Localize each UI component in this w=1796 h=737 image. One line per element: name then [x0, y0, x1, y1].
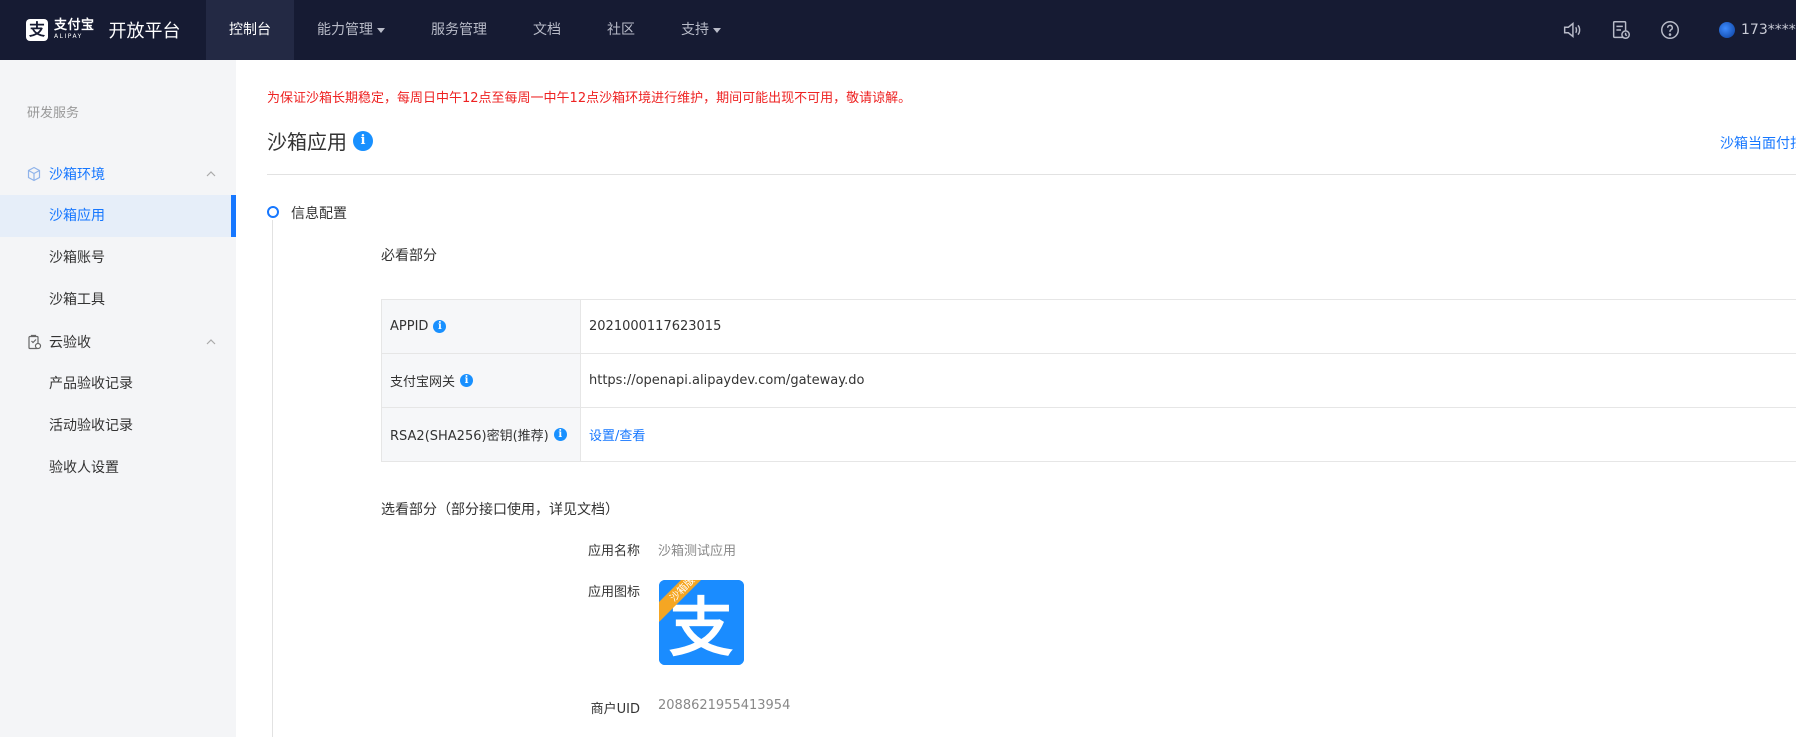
- cube-icon: [27, 166, 41, 182]
- sidebar-item-product-records[interactable]: 产品验收记录: [0, 363, 236, 405]
- sidebar-item-sandbox-app[interactable]: 沙箱应用: [0, 195, 236, 237]
- nav-docs[interactable]: 文档: [510, 0, 584, 60]
- nav-community[interactable]: 社区: [584, 0, 658, 60]
- sidebar-item-label: 产品验收记录: [49, 376, 133, 392]
- top-navbar: 支 支付宝 ALIPAY 开放平台 控制台 能力管理 服务管理 文档 社区 支持…: [0, 0, 1796, 60]
- platform-title: 开放平台: [108, 21, 181, 42]
- chevron-up-icon: [206, 171, 216, 177]
- divider: [267, 174, 1796, 175]
- sandbox-face-pay-link[interactable]: 沙箱当面付扫: [1720, 133, 1796, 153]
- table-row: RSA2(SHA256)密钥(推荐) i 设置/查看: [382, 408, 1796, 462]
- info-icon[interactable]: i: [553, 428, 567, 441]
- timeline-dot: [267, 206, 279, 218]
- page-title: 沙箱应用 i: [267, 126, 373, 155]
- nav-service-management[interactable]: 服务管理: [408, 0, 510, 60]
- sidebar-item-label: 沙箱应用: [49, 208, 105, 224]
- chevron-up-icon: [206, 339, 216, 345]
- sidebar-group-label: 云验收: [49, 335, 91, 351]
- step-info-config: 信息配置: [291, 206, 347, 222]
- alipay-logo[interactable]: 支 支付宝 ALIPAY 开放平台: [26, 16, 181, 44]
- rsa2-set-view-link[interactable]: 设置/查看: [581, 408, 1796, 461]
- config-value-gateway: https://openapi.alipaydev.com/gateway.do: [589, 373, 865, 388]
- config-table: APPID i 2021000117623015 支付宝网关 i https:/…: [381, 299, 1796, 462]
- config-key-rsa2: RSA2(SHA256)密钥(推荐) i: [382, 408, 581, 461]
- timeline-line: [272, 220, 273, 737]
- sidebar-section-title: 研发服务: [27, 106, 80, 121]
- nav-console[interactable]: 控制台: [206, 0, 294, 60]
- app-icon-image: 支 沙箱版: [659, 580, 744, 665]
- config-key-appid: APPID i: [382, 300, 581, 353]
- app-icon-label: 应用图标: [587, 585, 640, 600]
- sidebar-group-sandbox[interactable]: 沙箱环境: [0, 153, 236, 195]
- logo-cn-text: 支付宝: [54, 18, 95, 33]
- nav-console-label: 控制台: [229, 22, 271, 38]
- chevron-down-icon: [377, 27, 385, 33]
- sidebar-item-label: 沙箱工具: [49, 292, 105, 308]
- table-row: APPID i 2021000117623015: [382, 300, 1796, 354]
- table-row: 支付宝网关 i https://openapi.alipaydev.com/ga…: [382, 354, 1796, 408]
- config-key-label: APPID: [390, 319, 429, 334]
- optional-section-heading: 选看部分（部分接口使用，详见文档）: [381, 502, 619, 518]
- config-value-appid: 2021000117623015: [589, 319, 722, 334]
- required-section-heading: 必看部分: [381, 248, 437, 264]
- main-content: 为保证沙箱长期稳定，每周日中午12点至每周一中午12点沙箱环境进行维护，期间可能…: [236, 60, 1796, 737]
- sidebar: 研发服务 沙箱环境 沙箱应用 沙箱账号 沙箱工具 云验收 产品验收记录 活动验收…: [0, 60, 236, 737]
- config-key-label: RSA2(SHA256)密钥(推荐): [390, 429, 549, 444]
- info-icon[interactable]: i: [353, 130, 373, 151]
- sidebar-item-label: 沙箱账号: [49, 250, 105, 266]
- sidebar-group-label: 沙箱环境: [49, 167, 105, 183]
- app-name-label: 应用名称: [587, 544, 640, 559]
- config-key-label: 支付宝网关: [390, 375, 456, 390]
- sidebar-group-cloud-acceptance[interactable]: 云验收: [0, 321, 236, 363]
- merchant-uid-label: 商户UID: [590, 702, 640, 717]
- user-name: 173****: [1741, 22, 1796, 38]
- app-name-value: 沙箱测试应用: [658, 544, 737, 559]
- sidebar-item-label: 验收人设置: [49, 460, 119, 476]
- sidebar-item-acceptor-settings[interactable]: 验收人设置: [0, 447, 236, 489]
- nav-support[interactable]: 支持: [658, 0, 744, 60]
- chevron-down-icon: [713, 27, 721, 33]
- maintenance-notice: 为保证沙箱长期稳定，每周日中午12点至每周一中午12点沙箱环境进行维护，期间可能…: [267, 91, 912, 106]
- sidebar-item-activity-records[interactable]: 活动验收记录: [0, 405, 236, 447]
- top-tools: 173****: [1560, 0, 1796, 60]
- info-icon[interactable]: i: [433, 320, 447, 333]
- help-icon[interactable]: [1658, 18, 1682, 42]
- main-nav: 控制台 能力管理 服务管理 文档 社区 支持: [206, 0, 744, 60]
- nav-support-label: 支持: [681, 22, 709, 38]
- nav-community-label: 社区: [607, 22, 635, 38]
- nav-capability-management[interactable]: 能力管理: [294, 0, 408, 60]
- sidebar-item-label: 活动验收记录: [49, 418, 133, 434]
- nav-service-label: 服务管理: [431, 22, 487, 38]
- notice-list-icon[interactable]: [1609, 18, 1633, 42]
- user-menu[interactable]: 173****: [1719, 22, 1796, 38]
- avatar: [1719, 22, 1735, 38]
- page-title-text: 沙箱应用: [267, 130, 347, 154]
- speaker-icon[interactable]: [1560, 18, 1584, 42]
- logo-en-text: ALIPAY: [54, 33, 83, 40]
- merchant-uid-value: 2088621955413954: [658, 698, 791, 713]
- app-icon-glyph: 支: [669, 592, 733, 665]
- logo-brand: 支付宝 ALIPAY: [54, 19, 95, 41]
- nav-docs-label: 文档: [533, 22, 561, 38]
- clipboard-icon: [28, 334, 42, 350]
- sidebar-item-sandbox-tools[interactable]: 沙箱工具: [0, 279, 236, 321]
- info-icon[interactable]: i: [460, 374, 474, 387]
- alipay-logo-icon: 支: [26, 19, 48, 41]
- sidebar-item-sandbox-account[interactable]: 沙箱账号: [0, 237, 236, 279]
- config-key-gateway: 支付宝网关 i: [382, 354, 581, 407]
- nav-capability-label: 能力管理: [317, 22, 373, 38]
